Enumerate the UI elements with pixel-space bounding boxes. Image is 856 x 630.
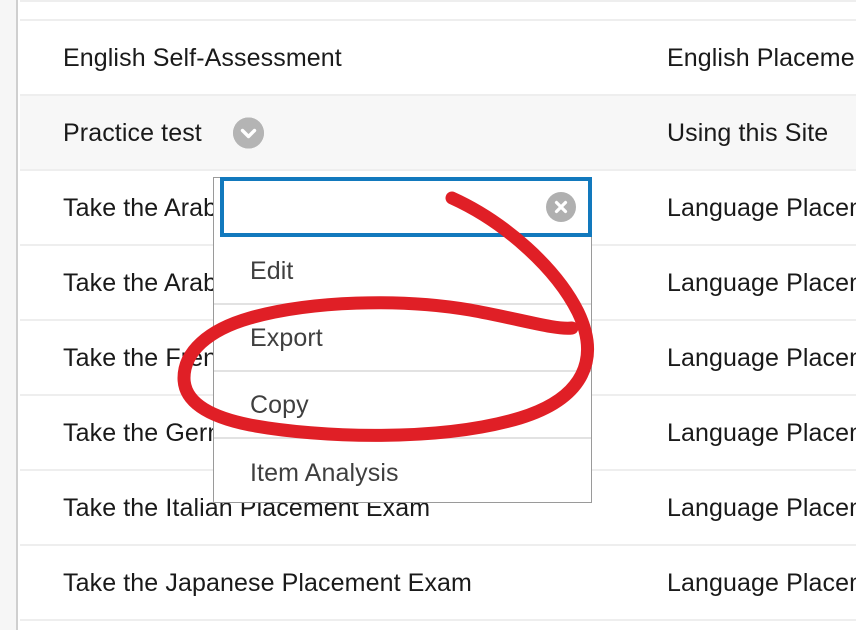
dropdown-menu-item[interactable]: Edit <box>214 238 591 305</box>
quiz-title: Take the Japanese Placement Exam <box>63 568 472 597</box>
quiz-title: English Self-Assessment <box>63 43 342 72</box>
quiz-category: Language Placement <box>667 193 856 222</box>
quiz-category: Language Placement <box>667 418 856 447</box>
dropdown-menu-item[interactable]: Copy <box>214 372 591 439</box>
dropdown-menu-item-label: Export <box>250 323 323 352</box>
dropdown-menu-item-label: Item Analysis <box>250 458 399 487</box>
table-row[interactable]: Take the Japanese Placement Exam Language… <box>20 546 856 621</box>
table-row[interactable]: English Self-Assessment English Placement <box>20 21 856 96</box>
quiz-category: Language Placement <box>667 493 856 522</box>
dropdown-item-list: Edit Export Copy Item Analysis <box>214 238 591 506</box>
clear-icon[interactable] <box>546 192 576 222</box>
quiz-title: Practice test <box>63 118 202 147</box>
quiz-category: Language Placement <box>667 268 856 297</box>
quiz-category: Language Placement <box>667 568 856 597</box>
quiz-category: Language Placement <box>667 343 856 372</box>
quiz-category: English Placement <box>667 43 856 72</box>
page-gutter <box>0 0 18 630</box>
table-row[interactable] <box>20 0 856 21</box>
dropdown-search-wrapper <box>220 177 592 237</box>
dropdown-search-box[interactable] <box>220 177 592 237</box>
context-dropdown-menu[interactable]: Edit Export Copy Item Analysis <box>213 177 592 503</box>
dropdown-menu-item-label: Copy <box>250 390 309 419</box>
dropdown-menu-item[interactable]: Export <box>214 305 591 372</box>
quiz-category: Using this Site <box>667 118 829 147</box>
dropdown-menu-item[interactable]: Item Analysis <box>214 439 591 506</box>
dropdown-menu-item-label: Edit <box>250 256 294 285</box>
table-row[interactable]: Practice test Using this Site <box>20 96 856 171</box>
screenshot-root: English Self-Assessment English Placement… <box>0 0 856 630</box>
chevron-down-icon[interactable] <box>233 117 264 148</box>
search-input[interactable] <box>236 181 550 235</box>
